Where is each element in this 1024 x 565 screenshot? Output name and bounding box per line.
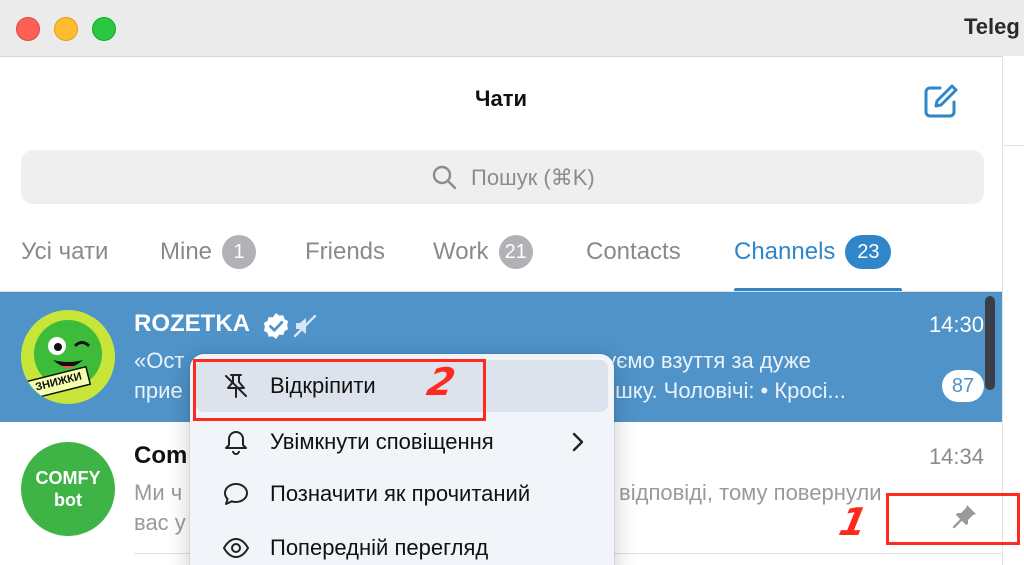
chat-time: 14:34 — [928, 444, 984, 469]
tab-label: Friends — [305, 238, 386, 265]
bell-icon — [225, 431, 247, 455]
unread-count-badge: 87 — [942, 370, 984, 402]
app-title: Teleg — [964, 14, 1020, 39]
chat-bubble-icon — [224, 483, 248, 505]
tab-friends[interactable]: Friends — [305, 234, 385, 270]
chat-name: Com — [134, 442, 188, 469]
tab-all-chats[interactable]: Усі чати — [21, 234, 108, 270]
menu-item-label: Попередній перегляд — [270, 535, 489, 560]
tab-label: Усі чати — [21, 238, 109, 265]
avatar-text: COMFY — [35, 468, 101, 488]
avatar: ЗНИЖКИ — [21, 310, 115, 404]
preview-text: «Ост — [134, 348, 185, 373]
preview-text: вуємо взуття за дуже — [594, 348, 811, 373]
scrollbar-thumb[interactable] — [985, 296, 995, 390]
menu-item-mark-as-read[interactable]: Позначити як прочитаний — [196, 468, 608, 520]
page-title: Чати — [475, 86, 527, 111]
tab-work[interactable]: Work 21 — [433, 234, 533, 270]
chat-time: 14:30 — [928, 312, 984, 337]
tab-label: Mine — [160, 238, 213, 265]
minimize-window-button[interactable] — [54, 17, 78, 41]
tab-mine[interactable]: Mine 1 — [160, 234, 257, 270]
avatar: COMFY bot — [21, 442, 115, 536]
unread-badge: 21 — [498, 235, 533, 269]
title-bar: Teleg — [0, 0, 1024, 57]
preview-text: лишку. Чоловічі: • Кросі... — [590, 378, 846, 403]
tab-channels[interactable]: Channels 23 — [734, 234, 892, 270]
menu-item-preview[interactable]: Попередній перегляд — [196, 522, 608, 565]
menu-item-label: Позначити як прочитаний — [270, 481, 531, 506]
search-icon — [432, 165, 457, 190]
tab-label: Channels — [734, 238, 836, 265]
chevron-right-icon — [572, 432, 584, 452]
preview-text: прие — [134, 378, 183, 403]
close-window-button[interactable] — [16, 17, 40, 41]
unread-badge: 23 — [845, 235, 892, 269]
preview-text: Ми ч — [134, 480, 183, 505]
search-bar[interactable] — [21, 150, 984, 204]
telegram-window: Teleg Чати Усі чати Mine 1 Friends Work … — [0, 0, 1024, 565]
muted-icon — [293, 314, 317, 338]
annotation-box-pin — [886, 493, 1020, 545]
eye-icon — [222, 537, 250, 559]
avatar-text: bot — [54, 490, 82, 510]
maximize-window-button[interactable] — [92, 17, 116, 41]
tab-contacts[interactable]: Contacts — [586, 234, 681, 270]
conversation-header-divider — [1003, 145, 1024, 146]
tab-label: Contacts — [586, 238, 681, 265]
preview-text: вас у — [134, 510, 186, 535]
menu-item-enable-notifications[interactable]: Увімкнути сповіщення — [196, 416, 608, 468]
folder-tabs: Усі чати Mine 1 Friends Work 21 Contacts… — [0, 222, 1002, 292]
tab-label: Work — [433, 238, 489, 265]
compose-icon — [924, 84, 958, 118]
unread-badge: 1 — [222, 235, 257, 269]
chat-name: ROZETKA — [134, 310, 250, 337]
menu-item-label: Увімкнути сповіщення — [270, 429, 494, 454]
search-input[interactable] — [469, 162, 773, 194]
compose-button[interactable] — [918, 80, 962, 124]
verified-icon — [263, 313, 289, 339]
conversation-pane — [1003, 56, 1024, 565]
preview-text: ся відповіді, тому повернули — [590, 480, 882, 505]
